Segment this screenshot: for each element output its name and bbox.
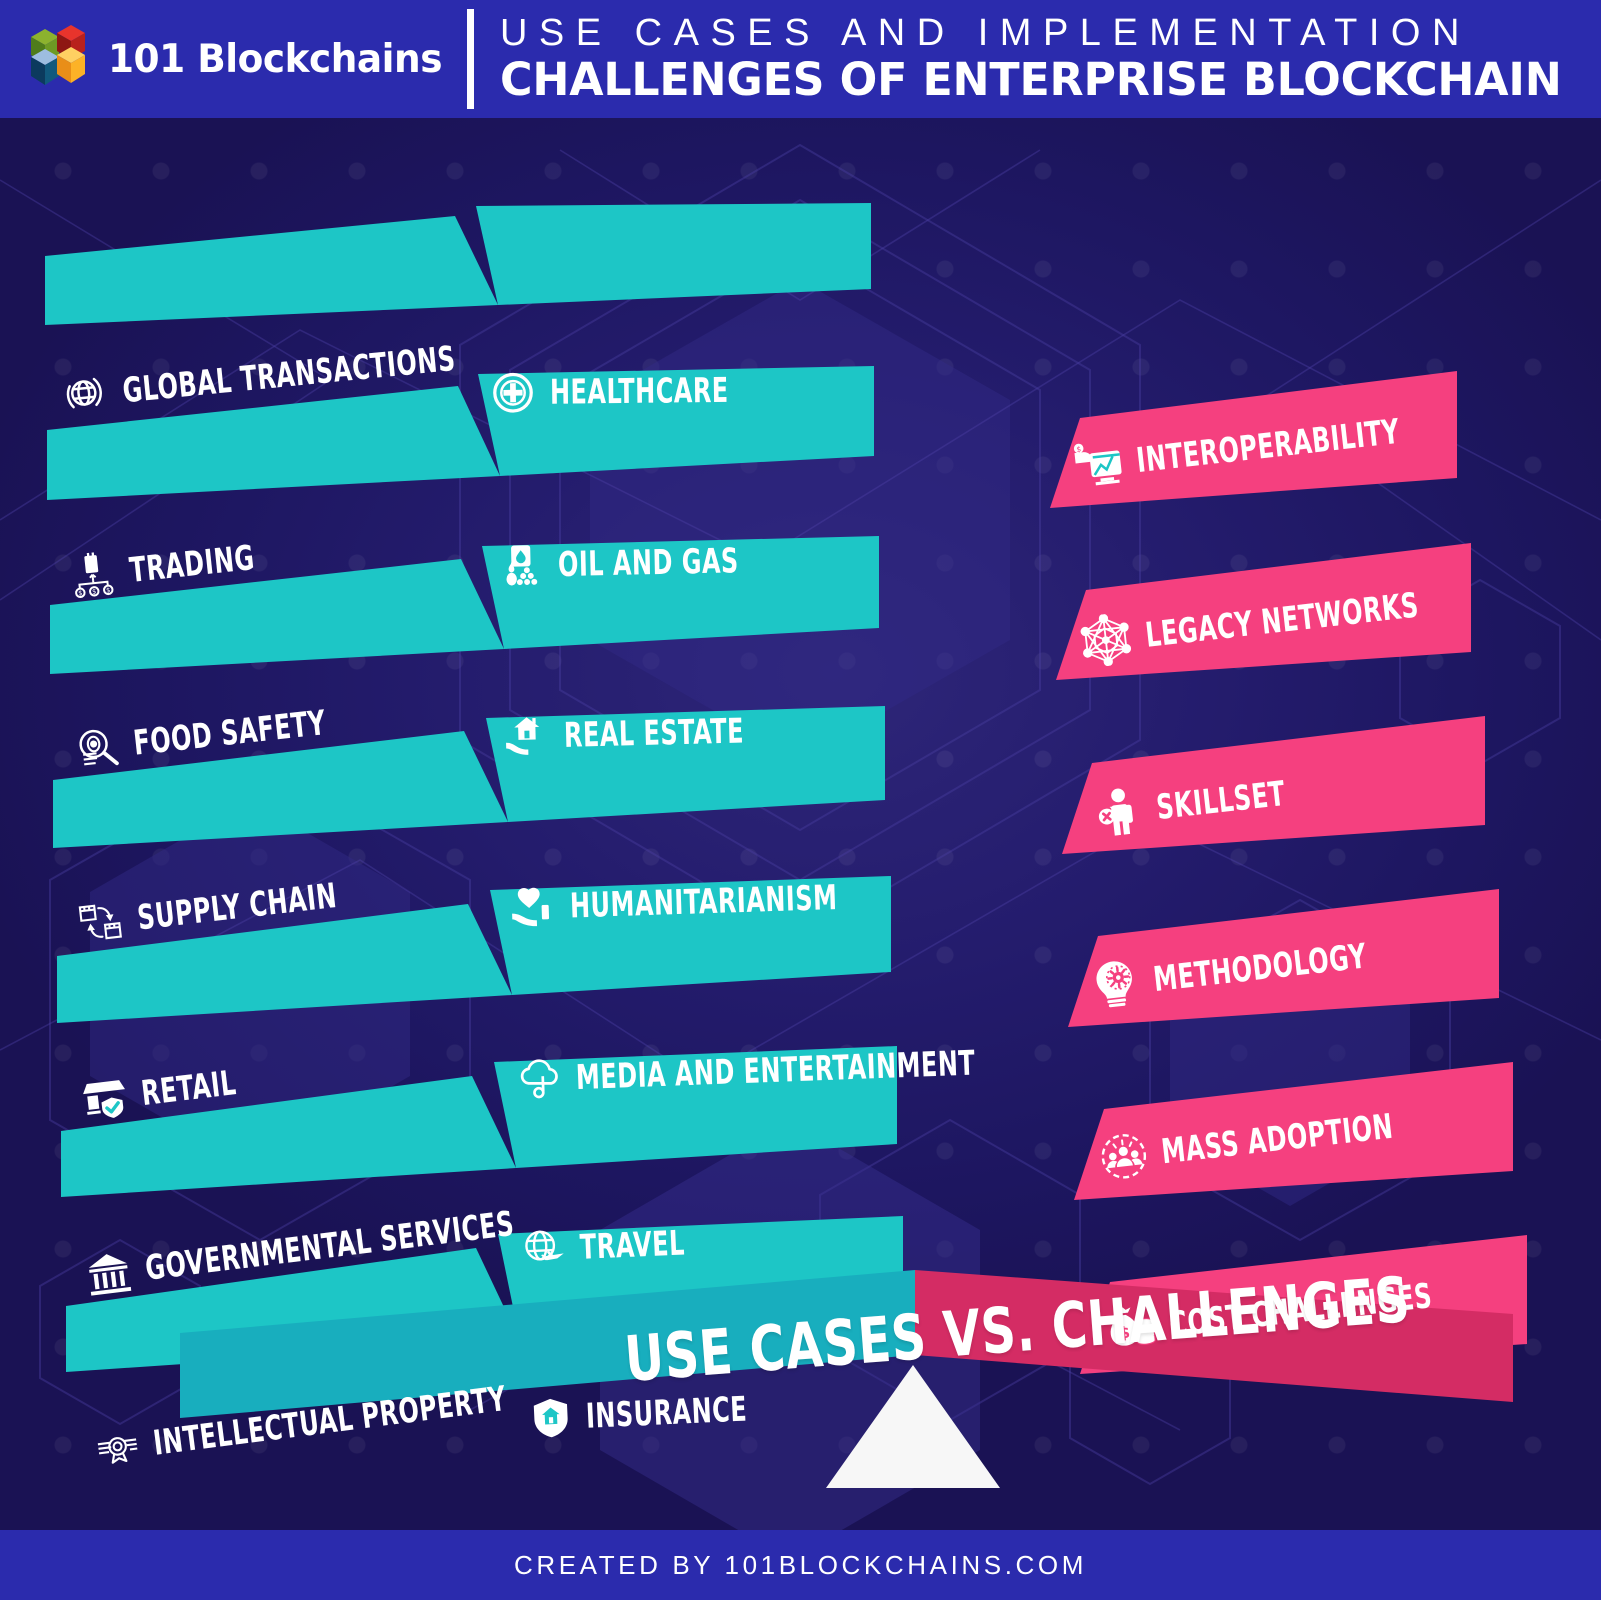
blockchain-cubes-logo-icon — [31, 25, 85, 85]
use-case-bar-shape — [57, 904, 512, 1023]
challenge-bar-shape — [1062, 716, 1485, 854]
header-titles: USE CASES AND IMPLEMENTATION CHALLENGES … — [500, 12, 1578, 105]
footer-credit-text: CREATED BY 101BLOCKCHAINS.COM — [513, 1549, 1087, 1580]
header-title-line2: CHALLENGES OF ENTERPRISE BLOCKCHAIN — [499, 53, 1562, 107]
use-case-bar-shape — [494, 1046, 897, 1168]
use-case-bar-shape — [476, 203, 871, 305]
triangle-fulcrum-icon — [826, 1365, 1000, 1488]
use-case-bar-shape — [61, 1076, 516, 1197]
header-bar: 101 Blockchains USE CASES AND IMPLEMENTA… — [0, 0, 1601, 118]
brand-logo-text: 101 Blockchains — [107, 36, 443, 82]
use-case-bar-shape — [490, 876, 891, 995]
challenge-bars — [1050, 371, 1527, 1374]
use-case-bar-shape — [478, 366, 874, 476]
challenge-bar-shape — [1056, 543, 1471, 680]
challenge-bar-shape — [1068, 889, 1499, 1027]
use-case-bar-shape — [45, 216, 498, 325]
brand-logo[interactable]: 101 Blockchains — [0, 23, 449, 95]
use-case-bar-shape — [486, 706, 885, 822]
challenge-bar-shape — [1050, 371, 1457, 508]
use-case-bar-shape — [53, 731, 508, 848]
header-divider — [466, 9, 474, 109]
use-case-bar-shape — [50, 559, 504, 674]
header-title-line1: USE CASES AND IMPLEMENTATION — [499, 12, 1471, 55]
use-case-bar-shape — [47, 386, 500, 500]
challenge-bar-shape — [1074, 1062, 1513, 1200]
footer-bar: CREATED BY 101BLOCKCHAINS.COM — [0, 1530, 1601, 1600]
use-case-bar-shape — [482, 536, 879, 649]
